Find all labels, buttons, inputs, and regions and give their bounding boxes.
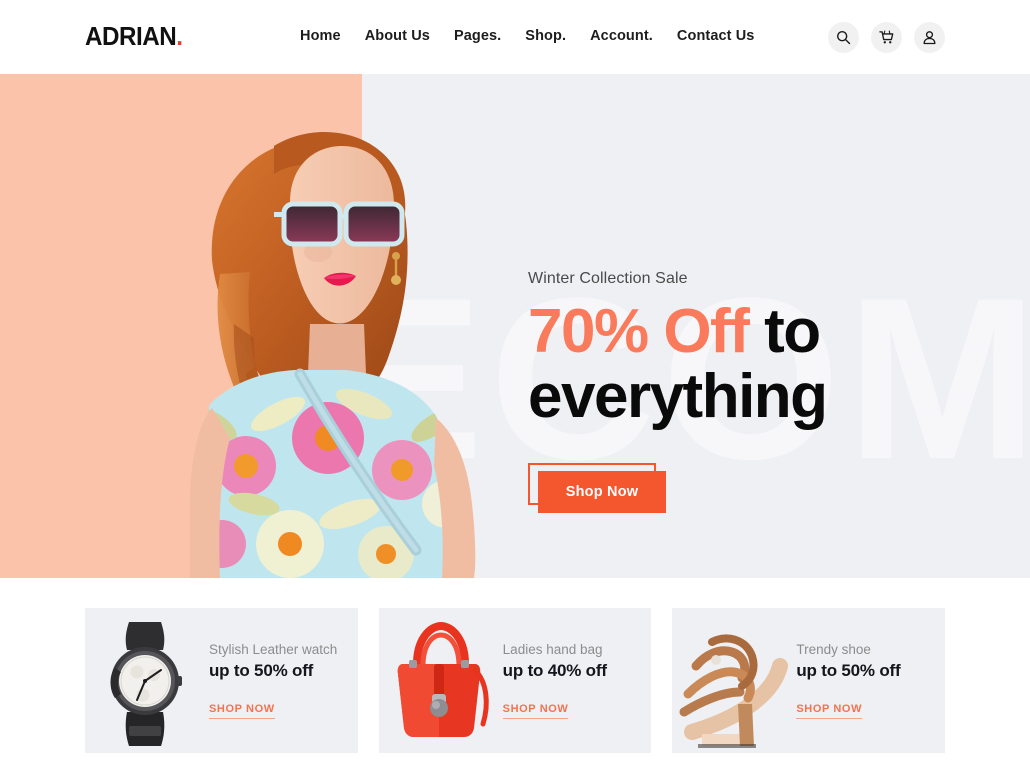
hero-model-image	[150, 74, 550, 578]
promo-cards-section: Stylish Leather watch up to 50% off SHOP…	[0, 578, 1030, 773]
user-icon	[922, 30, 937, 45]
cart-button[interactable]	[871, 22, 902, 53]
heeled-sandal-image	[672, 608, 792, 753]
logo-text: ADRIAN	[85, 21, 177, 51]
hero-kicker: Winter Collection Sale	[528, 270, 688, 287]
header-actions	[828, 22, 945, 53]
nav-item-pages[interactable]: Pages.	[454, 28, 525, 44]
cart-icon	[879, 30, 894, 45]
promo-subtitle: Stylish Leather watch	[209, 642, 338, 657]
promo-shop-now-link[interactable]: SHOP NOW	[209, 703, 275, 719]
wristwatch-image	[85, 608, 205, 753]
promo-shop-now-link[interactable]: SHOP NOW	[502, 703, 569, 719]
logo-dot: .	[176, 21, 183, 51]
promo-card-text: Trendy shoe up to 50% off SHOP NOW	[792, 642, 945, 719]
sunglasses	[274, 201, 405, 247]
hero-headline-line2: everything	[528, 362, 828, 432]
hero-shop-now-button[interactable]: Shop Now	[538, 471, 666, 514]
promo-title: up to 50% off	[796, 661, 901, 680]
account-button[interactable]	[914, 22, 945, 53]
hero-headline-accent: 70% Off	[528, 297, 750, 366]
hero-headline-line1: 70% Off to	[528, 301, 998, 363]
nav-item-account[interactable]: Account.	[590, 28, 677, 44]
promo-subtitle: Ladies hand bag	[502, 642, 603, 657]
nav-item-home[interactable]: Home	[300, 28, 365, 44]
site-header: ADRIAN. Home About Us Pages. Shop. Accou…	[0, 0, 1030, 74]
promo-card-shoe[interactable]: Trendy shoe up to 50% off SHOP NOW	[672, 608, 946, 753]
nav-item-contact-us[interactable]: Contact Us	[677, 28, 755, 44]
promo-shop-now-link[interactable]: SHOP NOW	[796, 703, 863, 719]
main-navigation: Home About Us Pages. Shop. Account. Cont…	[300, 28, 754, 44]
handbag-image	[379, 608, 499, 753]
promo-card-text: Stylish Leather watch up to 50% off SHOP…	[205, 642, 358, 719]
nav-item-about-us[interactable]: About Us	[365, 28, 454, 44]
nav-item-shop[interactable]: Shop.	[525, 28, 590, 44]
promo-card-handbag[interactable]: Ladies hand bag up to 40% off SHOP NOW	[378, 608, 652, 753]
promo-title: up to 50% off	[209, 661, 314, 680]
search-button[interactable]	[828, 22, 859, 53]
promo-subtitle: Trendy shoe	[796, 642, 871, 657]
search-icon	[836, 30, 851, 45]
promo-card-watch[interactable]: Stylish Leather watch up to 50% off SHOP…	[85, 608, 358, 753]
site-logo[interactable]: ADRIAN.	[85, 23, 183, 49]
hero-banner: ECOM Winter Collection Sale 70% Off to e…	[0, 74, 1030, 578]
promo-title: up to 40% off	[502, 661, 607, 680]
hero-headline-rest: to	[748, 297, 821, 366]
promo-cards-row: Stylish Leather watch up to 50% off SHOP…	[0, 608, 1030, 753]
hero-cta-wrapper: Shop Now	[528, 463, 668, 514]
promo-card-text: Ladies hand bag up to 40% off SHOP NOW	[499, 642, 652, 719]
hero-content: Winter Collection Sale 70% Off to everyt…	[528, 270, 998, 514]
